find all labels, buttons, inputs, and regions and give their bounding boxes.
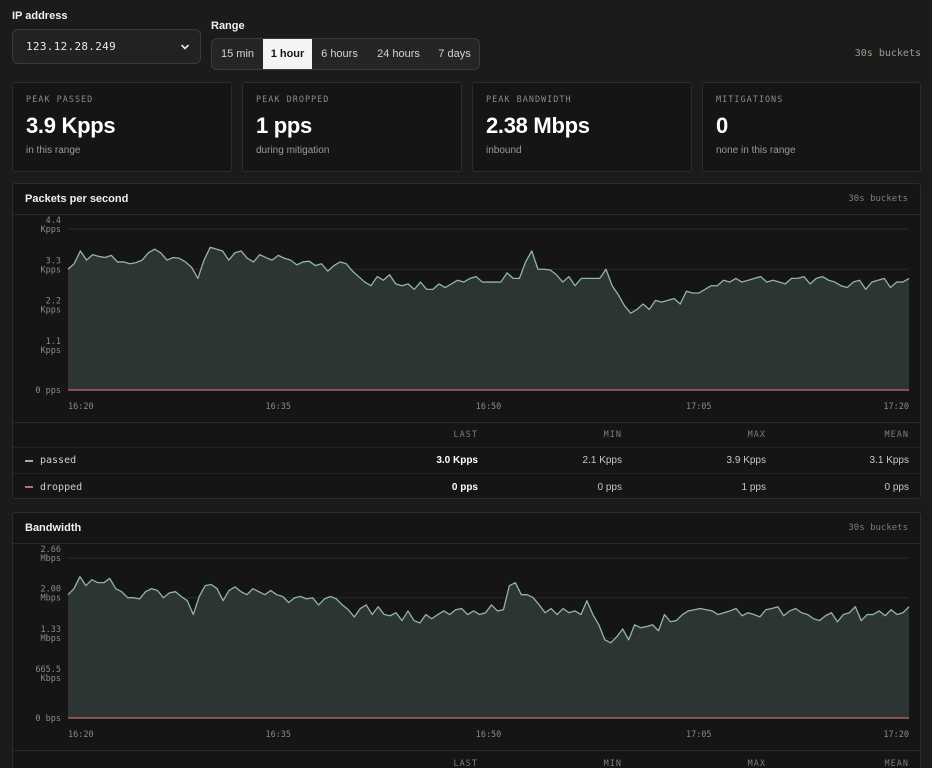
bw-y-tick-label: Mbps	[41, 594, 61, 604]
range-option-24-hours[interactable]: 24 hours	[367, 39, 430, 69]
bandwidth-chart[interactable]: 2.66Mbps2.00Mbps1.33Mbps665.5Kbps0 bps16…	[13, 544, 920, 750]
series-name: dropped	[40, 481, 83, 493]
ip-address-value: 123.12.28.249	[26, 40, 116, 53]
ip-address-label: IP address	[12, 10, 68, 22]
col-header-min: MIN	[603, 430, 622, 440]
stat-label: PEAK PASSED	[26, 95, 94, 105]
legend-header-row: LAST MIN MAX MEAN	[13, 751, 920, 768]
stat-value: 0	[716, 113, 728, 138]
value-min: 0 pps	[597, 481, 622, 493]
col-header-min: MIN	[603, 758, 622, 768]
col-header-max: MAX	[747, 430, 766, 440]
range-option-6-hours[interactable]: 6 hours	[312, 39, 367, 69]
pps-x-tick-label: 16:20	[68, 402, 94, 412]
legend-row-passed[interactable]: passed 3.0 Kpps 2.1 Kpps 3.9 Kpps 3.1 Kp…	[13, 448, 920, 474]
range-selector: 15 min 1 hour 6 hours 24 hours 7 days	[211, 38, 480, 70]
bandwidth-chart-title: Bandwidth	[25, 522, 82, 534]
pps-y-tick-label: Kpps	[41, 346, 61, 356]
range-option-7-days[interactable]: 7 days	[430, 39, 479, 69]
pps-legend-table: LAST MIN MAX MEAN passed 3.0 Kpps 2.1 Kp…	[13, 422, 920, 498]
bw-x-tick-label: 17:05	[686, 730, 712, 740]
value-max: 1 pps	[741, 481, 766, 493]
chevron-down-icon	[181, 44, 189, 49]
value-last: 0 pps	[451, 481, 478, 493]
pps-x-tick-label: 17:20	[883, 402, 909, 412]
bucket-size-label: 30s buckets	[854, 48, 921, 59]
value-mean: 3.1 Kpps	[869, 455, 909, 466]
stat-value: 1 pps	[256, 113, 312, 138]
range-option-1-hour[interactable]: 1 hour	[263, 39, 312, 69]
bw-x-tick-label: 17:20	[883, 730, 909, 740]
bw-x-tick-label: 16:35	[265, 730, 291, 740]
pps-chart-panel: Packets per second 30s buckets 4.4 Kpps 3.…	[12, 183, 921, 499]
pps-y-tick-label: Kpps	[41, 225, 61, 235]
stat-value: 2.38 Mbps	[486, 113, 590, 138]
bw-y-tick-label: 0 bps	[35, 714, 61, 724]
value-max: 3.9 Kpps	[726, 455, 766, 466]
stat-label: PEAK DROPPED	[256, 95, 330, 105]
bw-y-tick-label: Mbps	[41, 554, 61, 564]
bw-x-tick-label: 16:20	[68, 730, 94, 740]
pps-y-tick-label: 0 pps	[35, 386, 61, 396]
stat-subtext: in this range	[26, 145, 81, 156]
pps-bucket-size: 30s buckets	[848, 194, 908, 204]
stat-value: 3.9 Kpps	[26, 113, 116, 138]
bw-x-tick-label: 16:50	[476, 730, 502, 740]
range-label: Range	[211, 20, 245, 32]
col-header-last: LAST	[453, 430, 478, 440]
stat-card-peak-bandwidth: PEAK BANDWIDTH 2.38 Mbps inbound	[472, 82, 692, 172]
pps-y-tick-label: Kpps	[41, 265, 61, 275]
pps-chart[interactable]: 4.4Kpps3.3Kpps2.2Kpps1.1Kpps0 pps16:20 16…	[13, 215, 920, 422]
bw-y-tick-label: Mbps	[41, 634, 61, 644]
bandwidth-chart-header: Bandwidth 30s buckets	[13, 513, 920, 544]
series-name: passed	[40, 455, 77, 466]
stat-card-mitigations: MITIGATIONS 0 none in this range	[702, 82, 921, 172]
pps-x-tick-label: 16:50	[476, 402, 502, 412]
legend-row-dropped[interactable]: dropped 0 pps 0 pps 1 pps 0 pps	[13, 474, 920, 498]
stat-label: MITIGATIONS	[716, 95, 784, 105]
pps-y-tick-label: Kpps	[41, 306, 61, 316]
bandwidth-chart-panel: Bandwidth 30s buckets 2.66 Mbps 2.00 Mbps 1.…	[12, 512, 921, 768]
range-option-15-min[interactable]: 15 min	[212, 39, 263, 69]
value-mean: 0 pps	[884, 481, 909, 493]
bandwidth-legend-table: LAST MIN MAX MEAN	[13, 750, 920, 768]
pps-x-tick-label: 16:35	[265, 402, 291, 412]
col-header-last: LAST	[453, 758, 478, 768]
pps-chart-title: Packets per second	[25, 193, 129, 205]
stat-subtext: inbound	[486, 145, 522, 156]
stat-label: PEAK BANDWIDTH	[486, 95, 572, 105]
pps-chart-header: Packets per second 30s buckets	[13, 184, 920, 215]
stat-subtext: during mitigation	[256, 145, 330, 156]
stat-subtext: none in this range	[716, 145, 796, 156]
pps-x-tick-label: 17:05	[686, 402, 712, 412]
series-label-dropped: dropped	[25, 474, 83, 498]
stat-card-peak-passed: PEAK PASSED 3.9 Kpps in this range	[12, 82, 232, 172]
bw-y-tick-label: Kbps	[41, 674, 61, 684]
col-header-max: MAX	[747, 758, 766, 768]
value-last: 3.0 Kpps	[436, 455, 478, 466]
stat-card-peak-dropped: PEAK DROPPED 1 pps during mitigation	[242, 82, 462, 172]
series-label-passed: passed	[25, 448, 76, 473]
series-swatch	[25, 459, 33, 462]
value-min: 2.1 Kpps	[582, 455, 622, 466]
col-header-mean: MEAN	[884, 430, 909, 440]
legend-header-row: LAST MIN MAX MEAN	[13, 423, 920, 448]
col-header-mean: MEAN	[884, 758, 909, 768]
pps-passed-area	[68, 247, 909, 390]
series-swatch	[25, 486, 33, 488]
bandwidth-bucket-size: 30s buckets	[848, 523, 908, 533]
ip-address-select[interactable]: 123.12.28.249	[12, 29, 201, 64]
